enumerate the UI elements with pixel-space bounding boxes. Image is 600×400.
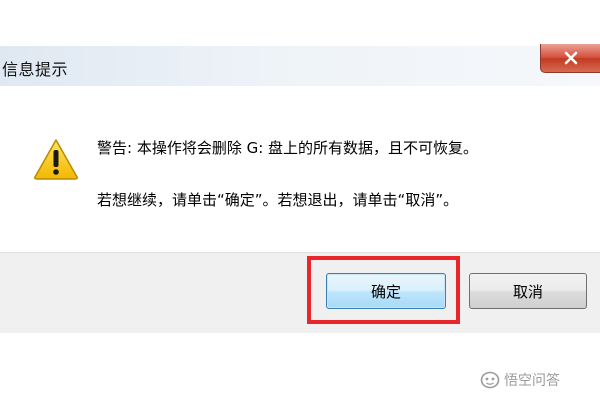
message-dialog: 信息提示 警告: 本操作将会删除 G: 盘上的所有数据，且不可恢复。 若想继续，… <box>0 0 600 400</box>
dialog-titlebar[interactable] <box>0 46 600 86</box>
warning-message: 警告: 本操作将会删除 G: 盘上的所有数据，且不可恢复。 <box>97 139 479 157</box>
wukong-logo-icon <box>480 371 500 389</box>
dialog-title: 信息提示 <box>2 60 69 79</box>
watermark: 悟空问答 <box>480 370 560 390</box>
warning-triangle-icon <box>34 139 78 180</box>
cancel-button[interactable]: 取消 <box>469 273 587 309</box>
close-icon <box>564 51 578 65</box>
dialog-content <box>0 86 600 252</box>
close-button[interactable] <box>540 44 600 73</box>
highlight-annotation <box>307 256 460 324</box>
instruction-message: 若想继续，请单击“确定”。若想退出，请单击“取消”。 <box>97 191 459 209</box>
watermark-text: 悟空问答 <box>504 373 560 389</box>
